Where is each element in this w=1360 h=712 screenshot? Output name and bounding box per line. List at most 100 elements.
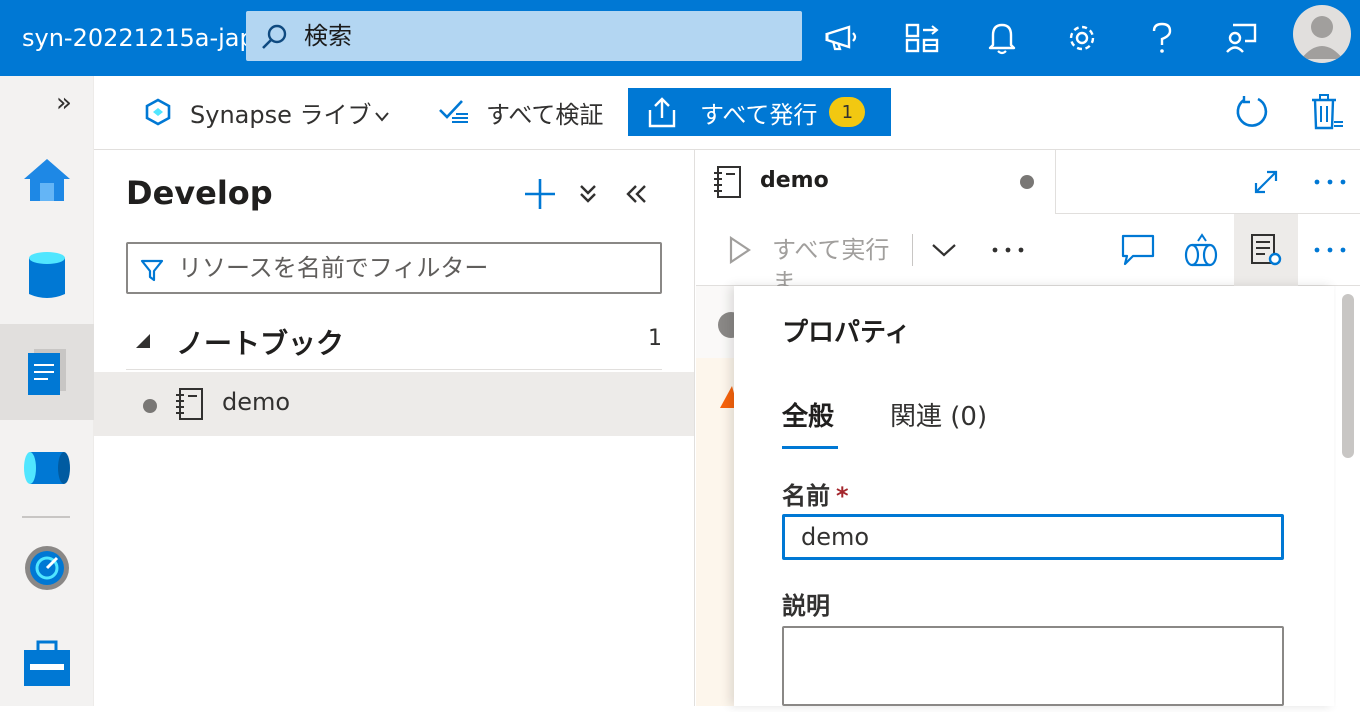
megaphone-icon[interactable] <box>818 14 866 62</box>
notebook-icon <box>714 166 741 198</box>
publish-all-button[interactable]: すべて発行 1 <box>628 88 891 136</box>
filter-input[interactable] <box>178 252 648 284</box>
home-icon <box>24 159 70 201</box>
synapse-live-label: Synapse ライブ <box>190 100 372 129</box>
properties-scrollbar[interactable] <box>1336 286 1360 706</box>
more-commands-button[interactable] <box>984 226 1032 274</box>
ellipsis-icon <box>1314 179 1346 185</box>
publish-all-label: すべて発行 <box>700 100 818 129</box>
variables-button[interactable] <box>1178 226 1226 274</box>
discard-all-button[interactable] <box>1310 88 1344 136</box>
notebook-cell-gutter <box>696 286 744 706</box>
tab-related[interactable]: 関連 (0) <box>890 396 987 433</box>
required-mark: * <box>836 482 849 510</box>
nav-data[interactable] <box>0 228 94 324</box>
notebook-command-bar: すべて実行ま <box>696 214 1360 296</box>
tab-demo[interactable]: demo <box>696 150 1056 214</box>
refresh-button[interactable] <box>1234 88 1270 136</box>
integrate-icon <box>24 452 70 484</box>
develop-icon <box>28 349 66 395</box>
list-item[interactable]: demo <box>94 372 694 436</box>
develop-panel: Develop ノートブック 1 demo <box>94 150 695 706</box>
chevron-down-icon <box>932 244 956 257</box>
comments-button[interactable] <box>1114 226 1162 274</box>
plus-icon <box>525 179 555 209</box>
nav-divider <box>22 516 70 518</box>
tab-selected-indicator <box>782 446 838 449</box>
nav-home[interactable] <box>0 132 94 228</box>
left-nav: » <box>0 76 94 706</box>
validate-all-label: すべて検証 <box>486 100 604 129</box>
nav-develop[interactable] <box>0 324 94 420</box>
bell-icon[interactable] <box>978 14 1026 62</box>
cell-highlight <box>696 358 736 706</box>
top-bar: syn-20221215a-japaneast <box>0 0 1360 76</box>
gear-icon[interactable] <box>1058 14 1106 62</box>
notebook-group-header[interactable]: ノートブック 1 <box>126 314 662 370</box>
properties-panel: プロパティ 全般 関連 (0) 名前* 説明 <box>734 286 1334 706</box>
list-item-label: demo <box>222 388 291 416</box>
filter-icon <box>140 259 164 282</box>
tab-label: demo <box>760 168 829 193</box>
scrollbar-thumb[interactable] <box>1342 294 1354 458</box>
tab-strip <box>1056 150 1360 214</box>
synapse-live-dropdown[interactable]: Synapse ライブ <box>144 88 390 136</box>
properties-button[interactable] <box>1234 214 1298 286</box>
monitor-icon <box>25 546 69 590</box>
unsaved-dot <box>1020 175 1034 189</box>
name-field[interactable] <box>782 514 1284 560</box>
description-field[interactable] <box>782 626 1284 706</box>
search-input[interactable] <box>304 19 784 53</box>
validate-icon <box>439 100 468 123</box>
double-chevron-left-icon <box>626 185 646 203</box>
expand-icon <box>1254 170 1278 194</box>
maximize-button[interactable] <box>1242 158 1290 206</box>
ellipsis-icon <box>992 247 1024 253</box>
data-icon <box>29 252 65 298</box>
toolbar: Synapse ライブ すべて検証 すべて発行 1 <box>94 76 1360 150</box>
run-options-dropdown[interactable] <box>920 226 968 274</box>
trash-icon <box>1312 94 1343 130</box>
name-field-label: 名前 * <box>782 482 849 510</box>
description-field-label: 説明 <box>782 592 830 620</box>
help-icon[interactable] <box>1138 14 1186 62</box>
notebook-group-count: 1 <box>648 326 662 351</box>
validate-all-button[interactable]: すべて検証 <box>438 88 603 136</box>
caret-down-icon <box>136 334 150 348</box>
comment-icon <box>1121 234 1155 266</box>
properties-title: プロパティ <box>782 318 911 348</box>
synapse-icon <box>145 98 171 126</box>
expand-nav-button[interactable]: » <box>56 88 72 118</box>
nav-manage[interactable] <box>0 616 94 712</box>
develop-title: Develop <box>126 174 273 212</box>
publish-count-badge: 1 <box>829 97 866 127</box>
filter-box[interactable] <box>126 242 662 294</box>
directory-switch-icon[interactable] <box>898 14 946 62</box>
search-icon <box>262 24 287 49</box>
workspace-name[interactable]: syn-20221215a-japaneast <box>22 20 246 56</box>
tab-general[interactable]: 全般 <box>782 396 834 433</box>
nav-integrate[interactable] <box>0 420 94 516</box>
more-tools-button[interactable] <box>1306 226 1354 274</box>
unsaved-dot <box>143 399 157 413</box>
notebook-group-label: ノートブック <box>176 327 345 360</box>
add-resource-button[interactable] <box>518 172 562 216</box>
feedback-icon[interactable] <box>1218 14 1266 62</box>
avatar[interactable] <box>1293 5 1351 63</box>
user-icon <box>1301 16 1343 59</box>
ellipsis-icon <box>1314 247 1346 253</box>
more-options-button[interactable] <box>1306 158 1354 206</box>
play-icon <box>729 236 751 264</box>
double-chevron-down-icon <box>580 185 596 203</box>
search-box[interactable] <box>246 11 802 61</box>
nav-monitor[interactable] <box>0 520 94 616</box>
properties-icon <box>1251 234 1282 266</box>
chevron-down-icon <box>374 112 389 122</box>
upload-icon <box>648 97 676 128</box>
collapse-panel-button[interactable] <box>614 172 658 216</box>
notebook-icon <box>176 388 203 420</box>
variables-icon <box>1184 233 1218 267</box>
run-all-button[interactable] <box>716 226 764 274</box>
command-divider <box>912 234 913 266</box>
collapse-all-button[interactable] <box>566 172 610 216</box>
